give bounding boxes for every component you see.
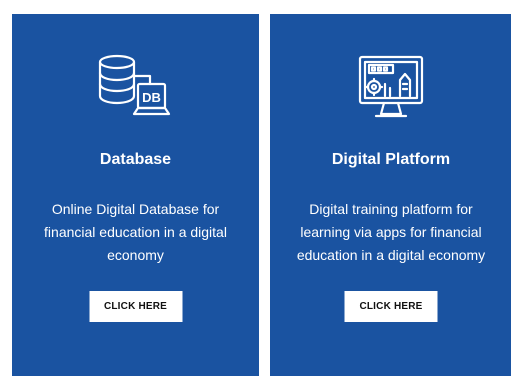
card-description: Digital training platform for learning v… — [296, 201, 486, 263]
click-here-button[interactable]: CLICK HERE — [344, 291, 438, 322]
database-icon: DB — [12, 52, 259, 126]
card-title: Digital Platform — [331, 151, 451, 168]
card-database: DB Database Online Digital Database for … — [12, 14, 259, 376]
card-title: Database — [99, 151, 172, 168]
card-digital-platform: Digital Platform Digital training platfo… — [270, 14, 511, 376]
click-here-button[interactable]: CLICK HERE — [89, 291, 182, 322]
cards-grid: DB Database Online Digital Database for … — [0, 0, 511, 376]
digital-platform-icon — [270, 52, 511, 126]
database-icon-label: DB — [142, 90, 161, 105]
card-description: Online Digital Database for financial ed… — [44, 201, 227, 263]
